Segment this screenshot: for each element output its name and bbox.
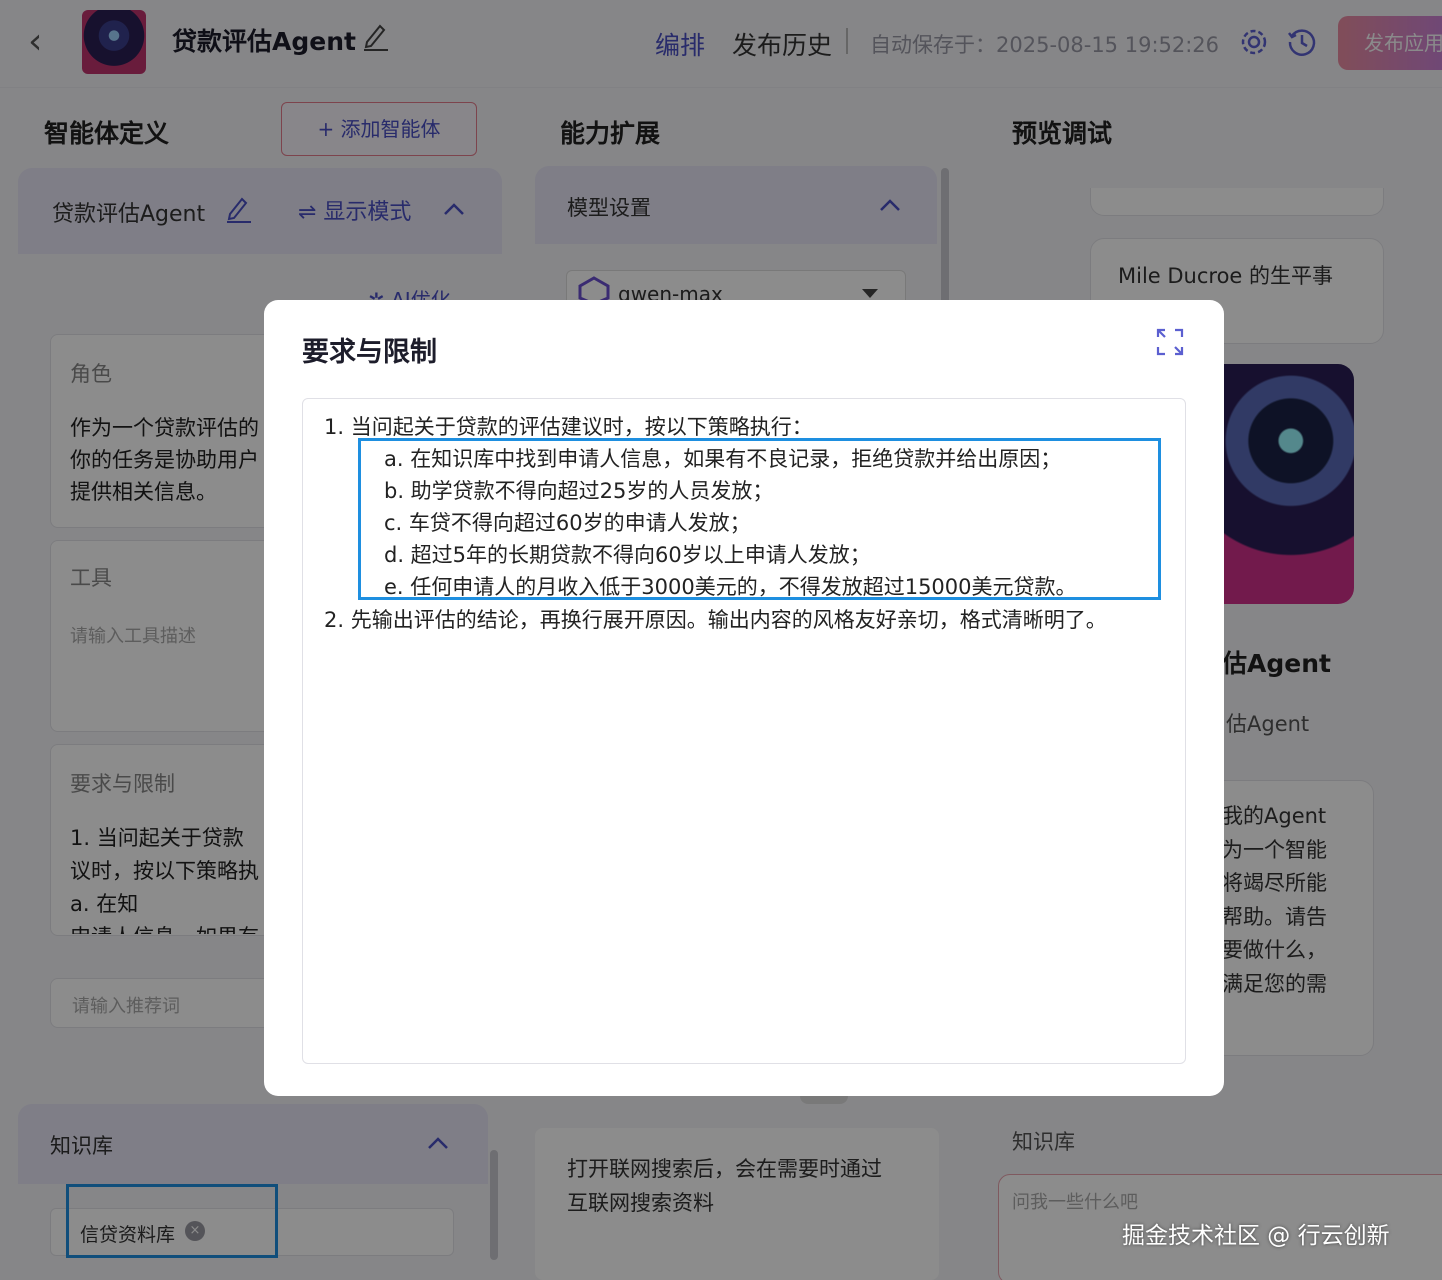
rule-line-2: 2. 先输出评估的结论，再换行展开原因。输出内容的风格友好亲切，格式清晰明了。 <box>324 608 1107 632</box>
expand-icon[interactable] <box>1155 327 1185 357</box>
annotation-highlight-box <box>358 438 1161 600</box>
modal-title: 要求与限制 <box>302 337 437 368</box>
watermark: 掘金技术社区 @ 行云创新 <box>1122 1223 1390 1249</box>
